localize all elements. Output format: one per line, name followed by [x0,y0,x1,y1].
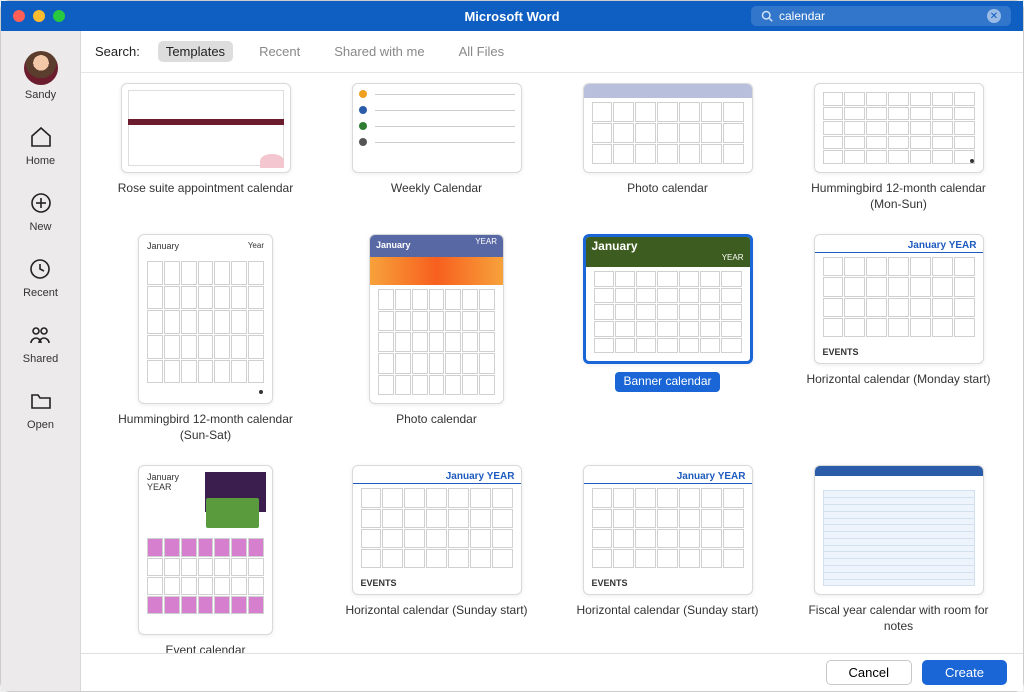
sidebar-item-new[interactable]: New [27,189,55,233]
clock-icon [26,255,54,283]
template-caption: Hummingbird 12-month calendar (Mon-Sun) [799,181,999,212]
template-thumbnail [814,83,984,173]
template-caption: Fiscal year calendar with room for notes [799,603,999,634]
people-icon [26,321,54,349]
search-scope-label: Search: [95,44,140,59]
template-thumbnail [121,83,291,173]
template-thumbnail: January YEAREVENTS [352,465,522,595]
template-card[interactable]: Rose suite appointment calendar [99,83,312,212]
sidebar: Sandy Home New Recent Shared Open [1,31,81,691]
template-caption: Horizontal calendar (Sunday start) [345,603,527,619]
sidebar-item-shared[interactable]: Shared [23,321,58,365]
tab-recent[interactable]: Recent [251,41,308,62]
template-caption: Photo calendar [627,181,708,197]
template-caption: Hummingbird 12-month calendar (Sun-Sat) [106,412,306,443]
template-caption: Horizontal calendar (Monday start) [806,372,990,388]
avatar [24,51,58,85]
user-name: Sandy [25,89,56,101]
template-thumbnail [583,83,753,173]
template-thumbnail: JanuaryYear [138,234,273,404]
sidebar-item-label: New [29,221,51,233]
titlebar: Microsoft Word ✕ [1,1,1023,31]
template-card[interactable]: JanuaryYEAR Banner calendar [561,234,774,443]
plus-circle-icon [27,189,55,217]
template-card[interactable]: JanuaryYEAREvent calendar [99,465,312,659]
sidebar-item-home[interactable]: Home [26,123,55,167]
search-scope-tabs: Search: Templates Recent Shared with me … [81,31,1023,73]
cancel-button[interactable]: Cancel [826,660,912,685]
close-window-icon[interactable] [13,10,25,22]
template-card[interactable]: Weekly Calendar [330,83,543,212]
window-title: Microsoft Word [464,9,559,24]
template-card[interactable]: JanuaryYEAR Photo calendar [330,234,543,443]
home-icon [27,123,55,151]
template-thumbnail [814,465,984,595]
dialog-footer: Cancel Create [81,653,1023,691]
search-icon [761,10,773,22]
template-thumbnail: January YEAREVENTS [583,465,753,595]
template-card[interactable]: Hummingbird 12-month calendar (Mon-Sun) [792,83,1005,212]
create-button[interactable]: Create [922,660,1007,685]
template-thumbnail: January YEAREVENTS [814,234,984,364]
template-gallery: Rose suite appointment calendar Weekly Ca… [81,73,1023,691]
template-card[interactable]: Photo calendar [561,83,774,212]
template-caption: Rose suite appointment calendar [118,181,293,197]
sidebar-item-recent[interactable]: Recent [23,255,58,299]
tab-templates[interactable]: Templates [158,41,233,62]
zoom-window-icon[interactable] [53,10,65,22]
minimize-window-icon[interactable] [33,10,45,22]
template-thumbnail: JanuaryYEAR [583,234,753,364]
template-card[interactable]: January YEAREVENTS Horizontal calendar (S… [561,465,774,659]
template-thumbnail: JanuaryYEAR [138,465,273,635]
template-caption: Banner calendar [615,372,719,392]
sidebar-user[interactable]: Sandy [24,51,58,101]
template-card[interactable]: January YEAREVENTS Horizontal calendar (M… [792,234,1005,443]
template-card[interactable]: Fiscal year calendar with room for notes [792,465,1005,659]
sidebar-item-open[interactable]: Open [27,387,55,431]
tab-shared-with-me[interactable]: Shared with me [326,41,432,62]
clear-search-icon[interactable]: ✕ [987,9,1001,23]
sidebar-item-label: Home [26,155,55,167]
template-card[interactable]: January YEAREVENTS Horizontal calendar (S… [330,465,543,659]
template-thumbnail [352,83,522,173]
sidebar-item-label: Shared [23,353,58,365]
template-caption: Horizontal calendar (Sunday start) [576,603,758,619]
template-caption: Weekly Calendar [391,181,482,197]
tab-all-files[interactable]: All Files [451,41,513,62]
sidebar-item-label: Recent [23,287,58,299]
sidebar-item-label: Open [27,419,54,431]
folder-icon [27,387,55,415]
template-card[interactable]: JanuaryYear Hummingbird 12-month calendar… [99,234,312,443]
search-field[interactable]: ✕ [751,6,1011,26]
search-input[interactable] [779,9,987,23]
template-caption: Photo calendar [396,412,477,428]
template-thumbnail: JanuaryYEAR [369,234,504,404]
window-controls [13,10,65,22]
